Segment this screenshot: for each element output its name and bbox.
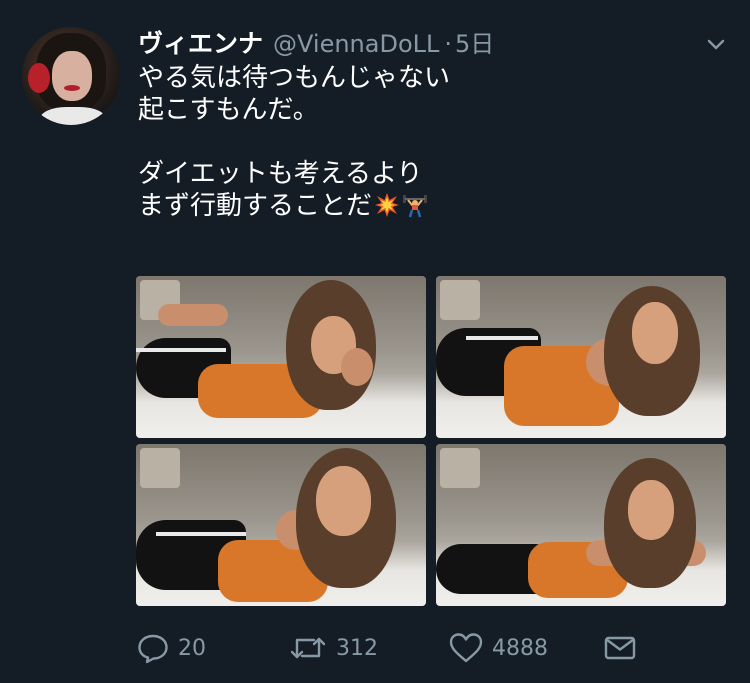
tweet-text-line: やる気は待つもんじゃない bbox=[138, 63, 451, 93]
avatar-flower bbox=[28, 63, 50, 93]
tweet-text: やる気は待つもんじゃない 起こすもんだ。 ダイエットも考えるより まず行動するこ… bbox=[138, 62, 718, 222]
photo-hand bbox=[341, 348, 373, 386]
like-count: 4888 bbox=[492, 635, 548, 661]
retweet-icon bbox=[290, 637, 326, 659]
tweet-text-line: ダイエットも考えるより bbox=[138, 159, 423, 189]
timestamp[interactable]: 5日 bbox=[455, 24, 494, 59]
media-photo-3[interactable] bbox=[136, 444, 426, 606]
avatar-shirt bbox=[40, 107, 106, 125]
photo-lamp bbox=[140, 448, 180, 488]
photo-arm bbox=[158, 304, 228, 326]
user-handle[interactable]: @ViennaDoLL bbox=[273, 30, 439, 58]
tweet-text-line-last: まず行動することだ bbox=[138, 190, 718, 222]
photo-face bbox=[316, 466, 371, 536]
tweet-actions: 20 312 4888 bbox=[136, 628, 736, 668]
photo-pants-stripe bbox=[466, 336, 538, 340]
tweet-text-line: 起こすもんだ。 bbox=[138, 95, 319, 125]
media-grid bbox=[136, 276, 726, 606]
separator-dot: · bbox=[444, 30, 453, 58]
reply-icon bbox=[138, 634, 168, 664]
display-name[interactable]: ヴィエンナ bbox=[138, 24, 263, 60]
mail-icon bbox=[604, 636, 636, 660]
like-button[interactable]: 4888 bbox=[448, 628, 548, 668]
photo-lamp bbox=[440, 280, 480, 320]
heart-icon bbox=[449, 633, 483, 663]
retweet-count: 312 bbox=[336, 635, 378, 661]
direct-message-button[interactable] bbox=[602, 628, 638, 668]
collision-emoji bbox=[375, 193, 400, 217]
tweet-text-line bbox=[138, 126, 718, 158]
photo-face bbox=[628, 480, 674, 540]
photo-pants-stripe bbox=[136, 348, 226, 352]
retweet-button[interactable]: 312 bbox=[288, 628, 378, 668]
tweet-header: ヴィエンナ @ViennaDoLL · 5日 bbox=[138, 24, 494, 58]
photo-face bbox=[632, 302, 678, 364]
photo-lamp bbox=[440, 448, 480, 488]
reply-count: 20 bbox=[178, 635, 206, 661]
avatar-face bbox=[52, 51, 92, 101]
weightlifter-emoji bbox=[403, 195, 428, 218]
reply-button[interactable]: 20 bbox=[136, 628, 206, 668]
photo-pants-stripe bbox=[156, 532, 246, 536]
media-photo-1[interactable] bbox=[136, 276, 426, 438]
avatar[interactable] bbox=[22, 27, 120, 125]
chevron-down-icon[interactable] bbox=[702, 30, 730, 58]
avatar-lips bbox=[64, 85, 80, 91]
media-photo-2[interactable] bbox=[436, 276, 726, 438]
tweet-text-line: まず行動することだ bbox=[138, 191, 373, 221]
tweet[interactable]: ヴィエンナ @ViennaDoLL · 5日 やる気は待つもんじゃない 起こすも… bbox=[0, 0, 750, 683]
media-photo-4[interactable] bbox=[436, 444, 726, 606]
